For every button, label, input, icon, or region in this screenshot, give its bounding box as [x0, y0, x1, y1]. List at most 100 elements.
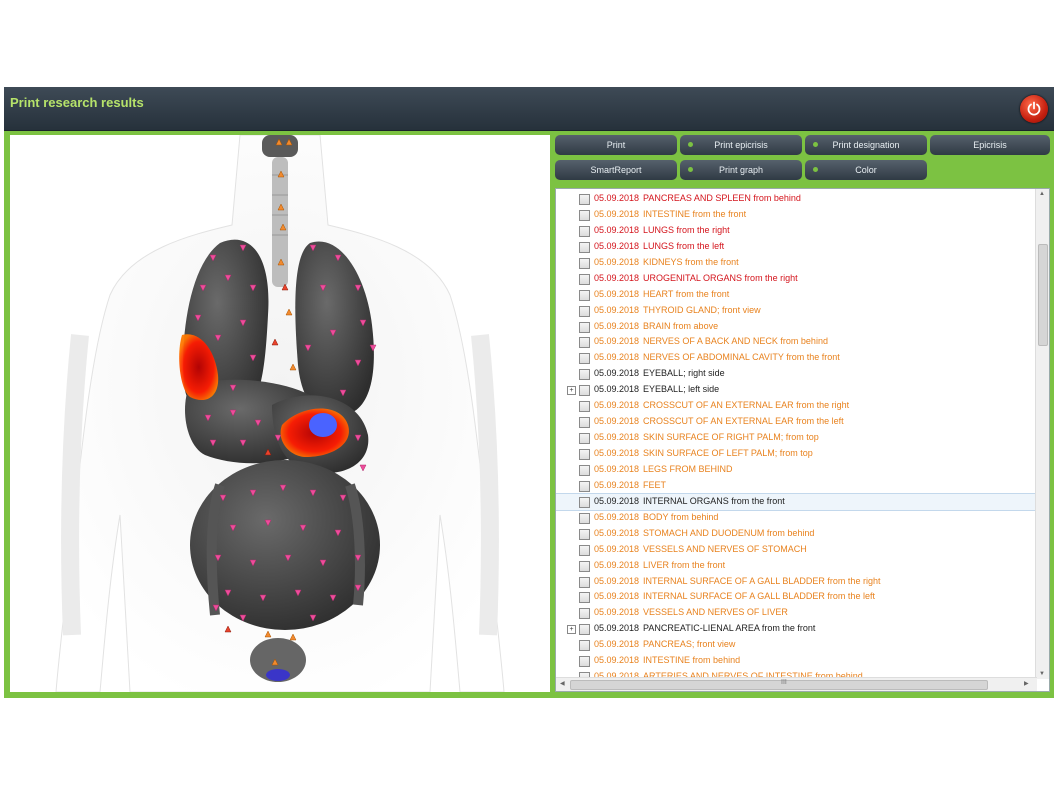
scroll-right-icon[interactable]: ▶ [1024, 680, 1029, 687]
study-checkbox[interactable] [579, 560, 590, 572]
study-row[interactable]: 05.09.2018 HEART from the front [556, 287, 1036, 303]
study-checkbox[interactable] [579, 608, 590, 620]
horizontal-scroll-thumb[interactable]: III [570, 679, 988, 690]
vertical-scrollbar[interactable]: ▲ ▼ [1035, 189, 1049, 679]
study-row[interactable]: 05.09.2018 THYROID GLAND; front view [556, 303, 1036, 319]
study-name: VESSELS AND NERVES OF STOMACH [643, 543, 807, 554]
study-row[interactable]: 05.09.2018 INTERNAL ORGANS from the front [556, 492, 1037, 511]
study-row[interactable]: 05.09.2018 LUNGS from the right [556, 223, 1036, 239]
print-button[interactable]: Print [555, 135, 677, 155]
epicrisis-button[interactable]: Epicrisis [930, 135, 1050, 155]
study-row[interactable]: 05.09.2018 CROSSCUT OF AN EXTERNAL EAR fr… [556, 398, 1036, 414]
study-row[interactable]: 05.09.2018 CROSSCUT OF AN EXTERNAL EAR fr… [556, 414, 1036, 430]
study-row-label: 05.09.2018 VESSELS AND NERVES OF LIVER [594, 605, 788, 621]
power-button[interactable] [1020, 95, 1048, 123]
study-checkbox[interactable] [579, 624, 590, 636]
study-row[interactable]: 05.09.2018 EYEBALL; right side [556, 366, 1036, 382]
study-checkbox[interactable] [579, 209, 590, 221]
study-row[interactable]: 05.09.2018 INTESTINE from behind [556, 653, 1036, 669]
study-row[interactable]: +05.09.2018 EYEBALL; left side [556, 382, 1036, 398]
study-checkbox[interactable] [579, 257, 590, 269]
study-row-label: 05.09.2018 LEGS FROM BEHIND [594, 462, 733, 478]
anatomy-viewer[interactable] [10, 135, 550, 692]
study-checkbox[interactable] [579, 528, 590, 540]
study-row-label: 05.09.2018 VESSELS AND NERVES OF STOMACH [594, 542, 807, 558]
study-checkbox[interactable] [579, 273, 590, 285]
study-date: 05.09.2018 [594, 336, 640, 347]
study-checkbox[interactable] [579, 417, 590, 429]
study-checkbox[interactable] [579, 337, 590, 349]
study-checkbox[interactable] [579, 289, 590, 301]
study-checkbox[interactable] [579, 385, 590, 397]
study-row[interactable]: 05.09.2018 SKIN SURFACE OF RIGHT PALM; fr… [556, 430, 1036, 446]
study-row[interactable]: 05.09.2018 PANCREAS AND SPLEEN from behin… [556, 191, 1036, 207]
study-name: SKIN SURFACE OF LEFT PALM; from top [643, 448, 813, 458]
study-date: 05.09.2018 [594, 639, 640, 650]
status-led-icon [813, 167, 818, 172]
study-row[interactable]: 05.09.2018 KIDNEYS from the front [556, 255, 1036, 271]
study-row[interactable]: 05.09.2018 INTERNAL SURFACE OF A GALL BLA… [556, 574, 1036, 590]
study-checkbox[interactable] [579, 656, 590, 668]
study-row[interactable]: 05.09.2018 UROGENITAL ORGANS from the rig… [556, 271, 1036, 287]
study-row[interactable]: 05.09.2018 BRAIN from above [556, 319, 1036, 335]
study-row[interactable]: 05.09.2018 INTESTINE from the front [556, 207, 1036, 223]
study-checkbox[interactable] [579, 353, 590, 365]
study-checkbox[interactable] [579, 449, 590, 460]
study-row[interactable]: 05.09.2018 STOMACH AND DUODENUM from behi… [556, 526, 1036, 542]
study-checkbox[interactable] [579, 496, 590, 508]
scroll-down-icon[interactable]: ▼ [1039, 671, 1045, 677]
study-row-label: 05.09.2018 BRAIN from above [594, 319, 718, 335]
study-checkbox[interactable] [579, 369, 590, 381]
expand-plus-icon[interactable]: + [567, 386, 576, 396]
horizontal-scrollbar[interactable]: ◀ III ▶ [556, 677, 1037, 691]
study-list[interactable]: 05.09.2018 PANCREAS AND SPLEEN from behin… [555, 188, 1050, 692]
study-row[interactable]: +05.09.2018 PANCREATIC-LIENAL AREA from t… [556, 621, 1036, 637]
study-checkbox[interactable] [579, 480, 590, 492]
study-checkbox[interactable] [579, 305, 590, 317]
study-row[interactable]: 05.09.2018 VESSELS AND NERVES OF STOMACH [556, 542, 1036, 558]
study-checkbox[interactable] [579, 544, 590, 556]
study-row-label: 05.09.2018 INTESTINE from the front [594, 207, 746, 223]
print-epicrisis-button[interactable]: Print epicrisis [680, 135, 802, 155]
study-row[interactable]: 05.09.2018 LUNGS from the left [556, 239, 1036, 255]
study-row[interactable]: 05.09.2018 VESSELS AND NERVES OF LIVER [556, 605, 1036, 621]
study-row-label: 05.09.2018 BODY from behind [594, 510, 718, 526]
expand-plus-icon[interactable]: + [567, 625, 576, 635]
print-designation-button[interactable]: Print designation [805, 135, 927, 155]
smartreport-button[interactable]: SmartReport [555, 160, 677, 180]
study-date: 05.09.2018 [594, 416, 640, 427]
study-checkbox[interactable] [579, 592, 590, 604]
study-row[interactable]: 05.09.2018 NERVES OF A BACK AND NECK from… [556, 334, 1036, 350]
study-checkbox[interactable] [579, 321, 590, 333]
print-graph-button[interactable]: Print graph [680, 160, 802, 180]
study-row[interactable]: 05.09.2018 SKIN SURFACE OF LEFT PALM; fro… [556, 446, 1036, 462]
vertical-scroll-thumb[interactable] [1038, 244, 1048, 346]
study-checkbox[interactable] [579, 640, 590, 652]
study-name: THYROID GLAND; front view [643, 304, 761, 315]
scroll-left-icon[interactable]: ◀ [560, 680, 565, 687]
study-checkbox[interactable] [579, 464, 590, 476]
study-name: CROSSCUT OF AN EXTERNAL EAR from the rig… [643, 400, 850, 411]
study-checkbox[interactable] [579, 241, 590, 253]
study-checkbox[interactable] [579, 433, 590, 445]
study-date: 05.09.2018 [594, 448, 640, 458]
study-checkbox[interactable] [579, 576, 590, 588]
study-row-label: 05.09.2018 SKIN SURFACE OF RIGHT PALM; fr… [594, 430, 819, 446]
study-name: LUNGS from the left [643, 240, 725, 251]
study-row[interactable]: 05.09.2018 LEGS FROM BEHIND [556, 462, 1036, 478]
study-row[interactable]: 05.09.2018 PANCREAS; front view [556, 637, 1036, 653]
scroll-up-icon[interactable]: ▲ [1039, 191, 1045, 197]
study-checkbox[interactable] [579, 512, 590, 524]
study-checkbox[interactable] [579, 225, 590, 237]
study-row[interactable]: 05.09.2018 FEET [556, 478, 1036, 494]
epicrisis-label: Epicrisis [973, 140, 1007, 150]
study-row[interactable]: 05.09.2018 BODY from behind [556, 510, 1036, 526]
color-button[interactable]: Color [805, 160, 927, 180]
study-row[interactable]: 05.09.2018 LIVER from the front [556, 558, 1036, 574]
study-row-label: 05.09.2018 LIVER from the front [594, 558, 725, 574]
study-checkbox[interactable] [579, 194, 590, 205]
study-row[interactable]: 05.09.2018 NERVES OF ABDOMINAL CAVITY fro… [556, 350, 1036, 366]
study-row[interactable]: 05.09.2018 INTERNAL SURFACE OF A GALL BLA… [556, 589, 1036, 605]
study-checkbox[interactable] [579, 401, 590, 413]
study-date: 05.09.2018 [594, 224, 640, 235]
